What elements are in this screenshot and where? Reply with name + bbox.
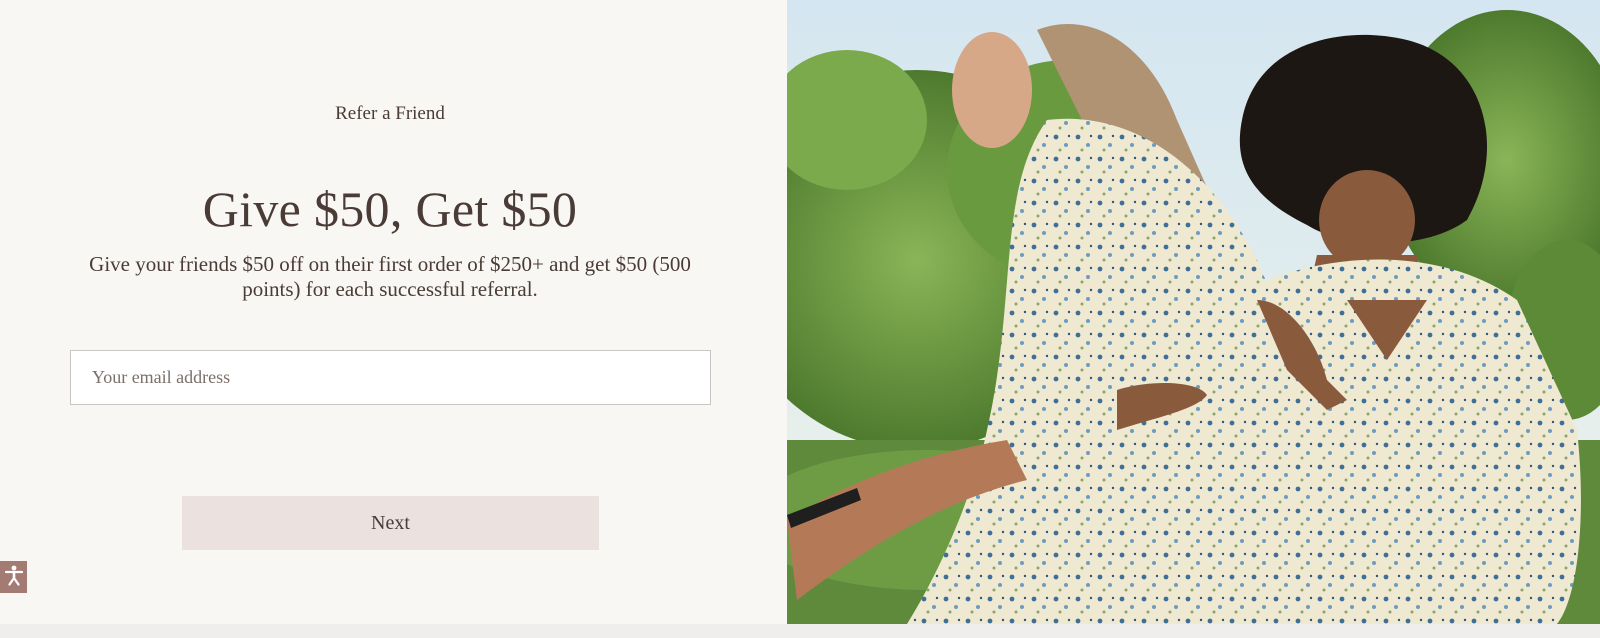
referral-eyebrow: Refer a Friend	[335, 103, 445, 124]
next-button[interactable]: Next	[182, 496, 599, 550]
referral-headline: Give $50, Get $50	[202, 181, 578, 237]
accessibility-button[interactable]	[0, 561, 27, 593]
referral-panel: Refer a Friend Give $50, Get $50 Give yo…	[0, 0, 787, 638]
accessibility-icon	[4, 564, 24, 591]
email-input[interactable]	[70, 350, 711, 405]
page-footer-strip	[0, 624, 1600, 638]
hero-photo	[787, 0, 1600, 624]
referral-description: Give your friends $50 off on their first…	[89, 252, 691, 301]
